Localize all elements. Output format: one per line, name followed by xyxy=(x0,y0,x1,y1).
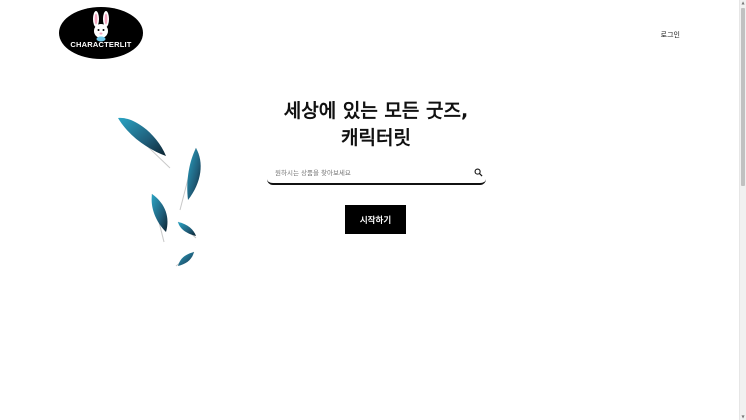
logo-text: CHARACTERLIT xyxy=(70,40,132,49)
feather-4 xyxy=(177,221,197,239)
headline-line-2: 캐릭터릿 xyxy=(341,127,411,149)
start-button[interactable]: 시작하기 xyxy=(345,205,406,234)
login-link[interactable]: 로그인 xyxy=(661,30,680,40)
feather-icon xyxy=(118,117,201,267)
feather-3 xyxy=(151,193,168,243)
brand-logo[interactable]: CHARACTERLIT xyxy=(59,7,143,59)
search-bar xyxy=(267,163,486,185)
search-icon[interactable] xyxy=(474,168,483,177)
rabbit-icon xyxy=(93,11,109,42)
page-scrollbar[interactable]: ▲ ▼ xyxy=(739,0,746,420)
feather-5 xyxy=(175,251,195,267)
scroll-down-arrow-icon[interactable]: ▼ xyxy=(740,414,746,420)
landing-page: CHARACTERLIT 로그인 세상에 있는 모든 굿즈, 캐릭터릿 원하시는… xyxy=(0,0,740,420)
headline-line-1: 세상에 있는 모든 굿즈, xyxy=(283,100,469,122)
feather-2 xyxy=(179,147,201,211)
search-input[interactable] xyxy=(275,166,465,180)
scroll-up-arrow-icon[interactable]: ▲ xyxy=(740,0,746,6)
hero-headline: 세상에 있는 모든 굿즈, 캐릭터릿 xyxy=(256,98,496,152)
feather-1 xyxy=(118,117,171,169)
scroll-thumb[interactable] xyxy=(741,8,745,186)
